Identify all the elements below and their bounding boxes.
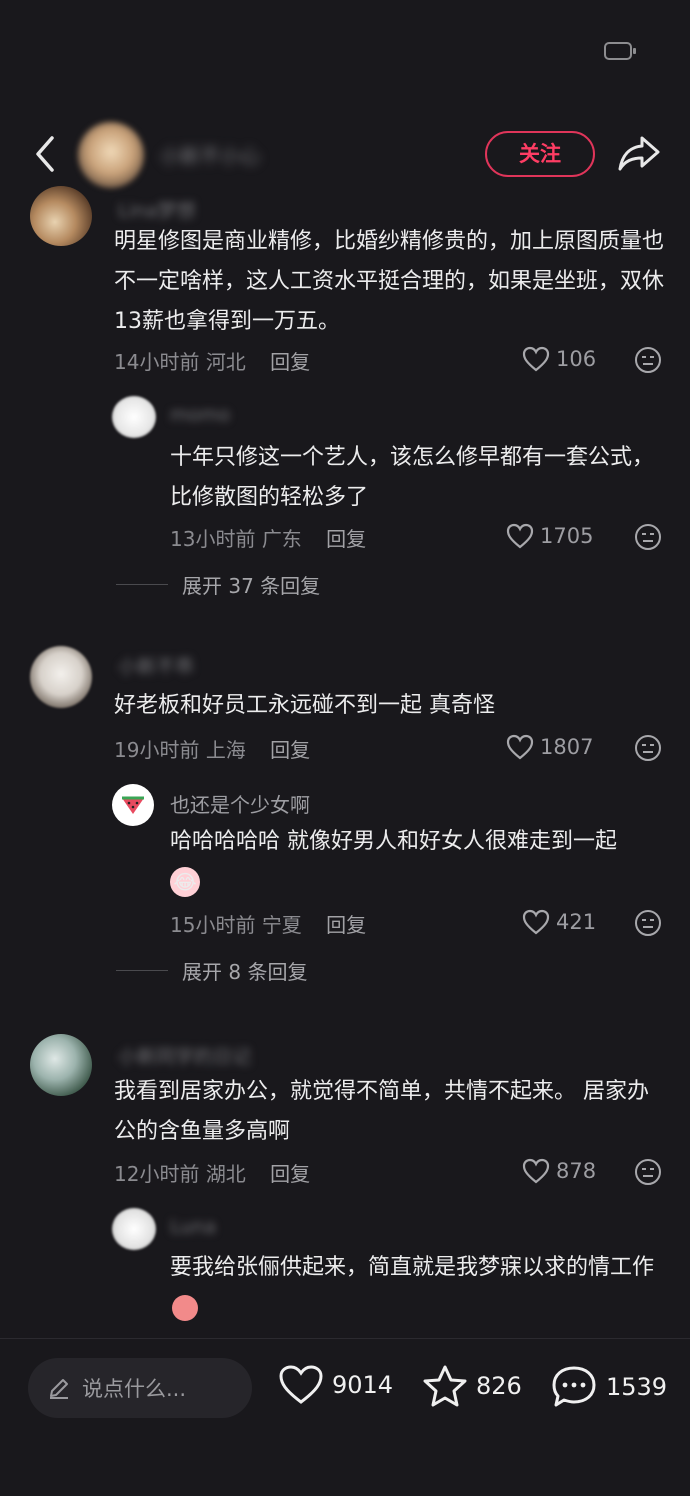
heart-icon	[522, 909, 550, 935]
expand-replies-label: 展开 37 条回复	[182, 574, 321, 598]
pencil-icon	[50, 1379, 68, 1399]
reply-time: 15小时前	[170, 913, 256, 937]
reply-button[interactable]: 回复	[326, 913, 366, 937]
comment-author[interactable]: 小新同学的日记	[118, 1042, 258, 1069]
follow-button[interactable]: 关注	[485, 131, 595, 177]
dislike-face-icon	[635, 1159, 661, 1185]
like-count: 878	[556, 1159, 597, 1183]
comment-location: 上海	[205, 738, 246, 762]
reply-text: 哈哈哈哈哈 就像好男人和好女人很难走到一起 😂	[170, 822, 665, 902]
like-button[interactable]: 1705	[506, 523, 593, 549]
like-button[interactable]: 878	[522, 1158, 596, 1184]
reply-meta: 13小时前 广东 回复	[170, 523, 366, 552]
comment-meta: 12小时前 湖北 回复	[114, 1158, 310, 1187]
dislike-button[interactable]	[634, 909, 662, 941]
post-like-button[interactable]: 9014	[278, 1364, 393, 1406]
expand-replies-label: 展开 8 条回复	[182, 960, 308, 984]
favorite-count: 826	[476, 1372, 522, 1400]
like-button[interactable]: 421	[522, 909, 596, 935]
watermelon-icon	[122, 796, 144, 814]
comment-text: 好老板和好员工永远碰不到一起 真奇怪	[114, 693, 495, 718]
comment-text: 我看到居家办公，就觉得不简单，共情不起来。 居家办公的含鱼量多高啊	[114, 1079, 649, 1144]
back-icon	[36, 136, 54, 172]
like-count: 106	[556, 347, 597, 371]
dislike-button[interactable]	[634, 1158, 662, 1190]
reply-button[interactable]: 回复	[326, 527, 366, 551]
comment-text: 明星修图是商业精修，比婚纱精修贵的，加上原图质量也不一定啥样，这人工资水平挺合理…	[114, 229, 665, 334]
like-count: 421	[556, 910, 597, 934]
comment-input[interactable]: 说点什么...	[28, 1358, 252, 1418]
heart-icon	[506, 523, 534, 549]
comment-meta: 19小时前 上海 回复	[114, 734, 310, 763]
favorite-button[interactable]: 826	[422, 1364, 522, 1408]
like-count: 1705	[540, 524, 594, 548]
heart-icon	[522, 1158, 550, 1184]
reply-button[interactable]: 回复	[270, 738, 310, 762]
comment-time: 12小时前	[114, 1162, 200, 1186]
comment-time: 14小时前	[114, 350, 200, 374]
chat-bubble-icon	[552, 1366, 596, 1407]
back-button[interactable]	[28, 132, 62, 176]
heart-icon	[506, 734, 534, 760]
reply-avatar[interactable]	[112, 396, 156, 438]
dislike-button[interactable]	[634, 523, 662, 555]
divider	[116, 584, 168, 585]
reply-meta: 15小时前 宁夏 回复	[170, 909, 366, 938]
dislike-face-icon	[635, 347, 661, 373]
divider	[116, 970, 168, 971]
dislike-button[interactable]	[634, 734, 662, 766]
dislike-face-icon	[635, 524, 661, 550]
heart-icon	[522, 346, 550, 372]
battery-icon	[604, 42, 636, 60]
reply-button[interactable]: 回复	[270, 350, 310, 374]
expand-replies-button[interactable]: 展开 8 条回复	[116, 956, 307, 985]
like-button[interactable]: 1807	[506, 734, 593, 760]
comment-time: 19小时前	[114, 738, 200, 762]
comment-input-placeholder: 说点什么...	[82, 1377, 187, 1401]
post-like-count: 9014	[332, 1371, 394, 1399]
reply-text: 十年只修这一个艺人，该怎么修早都有一套公式，比修散图的轻松多了	[170, 445, 655, 510]
reply-author[interactable]: momo	[170, 404, 300, 426]
dislike-face-icon	[635, 910, 661, 936]
comment-avatar[interactable]	[30, 646, 92, 708]
comment-location: 湖北	[205, 1162, 246, 1186]
author-avatar[interactable]	[78, 122, 144, 188]
expand-replies-button[interactable]: 展开 37 条回复	[116, 570, 320, 599]
share-icon	[618, 136, 660, 171]
reply-author[interactable]: Luna	[170, 1216, 240, 1238]
comment-avatar[interactable]	[30, 1034, 92, 1096]
comment-avatar[interactable]	[30, 186, 92, 246]
like-count: 1807	[540, 735, 594, 759]
reply-text-content: 哈哈哈哈哈 就像好男人和好女人很难走到一起	[170, 829, 617, 854]
comment-count: 1539	[606, 1373, 668, 1401]
comment-author[interactable]: Lina梦想	[118, 196, 318, 223]
heart-icon	[279, 1365, 323, 1404]
reply-avatar[interactable]	[112, 1208, 156, 1250]
star-icon	[423, 1365, 467, 1407]
comments-button[interactable]: 1539	[550, 1364, 667, 1410]
like-button[interactable]: 106	[522, 346, 596, 372]
reply-text-content: 要我给张俪供起来，简直就是我梦寐以求的情工作	[170, 1255, 655, 1280]
reply-button[interactable]: 回复	[270, 1162, 310, 1186]
reply-time: 13小时前	[170, 527, 256, 551]
share-button[interactable]	[616, 132, 662, 174]
reply-author[interactable]: 也还是个少女啊	[170, 789, 310, 818]
reply-avatar[interactable]	[112, 784, 154, 826]
reply-location: 广东	[261, 527, 302, 551]
comment-location: 河北	[205, 350, 246, 374]
shocked-emoji-icon	[172, 1295, 198, 1321]
comment-meta: 14小时前 河北 回复	[114, 346, 310, 375]
dislike-button[interactable]	[634, 346, 662, 378]
reply-text: 要我给张俪供起来，简直就是我梦寐以求的情工作	[170, 1248, 665, 1328]
author-name[interactable]: 小新不小心	[160, 140, 310, 168]
comment-author[interactable]: 小新不乖	[118, 652, 218, 679]
dislike-face-icon	[635, 735, 661, 761]
crying-emoji-icon: 😂	[170, 867, 200, 897]
reply-location: 宁夏	[261, 913, 302, 937]
